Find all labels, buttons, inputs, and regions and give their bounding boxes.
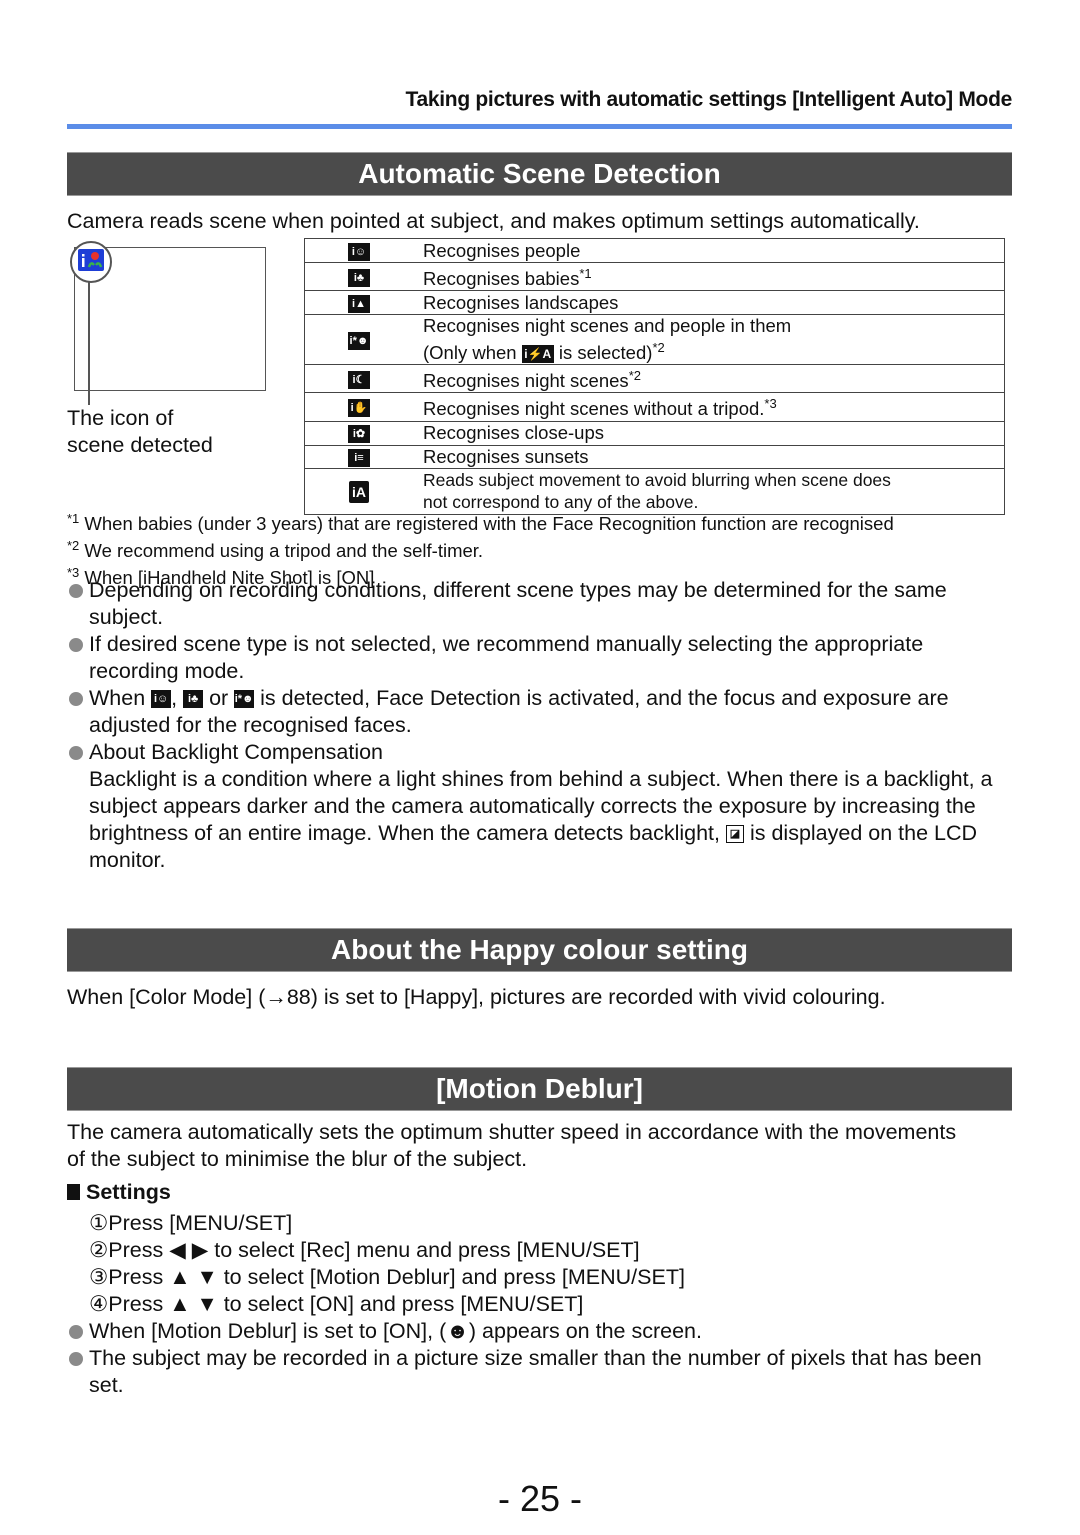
scene-table: i☺ Recognises people i♣ Recognises babie… <box>304 238 1005 515</box>
step-4: ④Press ▲ ▼ to select [ON] and press [MEN… <box>89 1292 584 1316</box>
footnote-ref: *3 <box>764 396 777 412</box>
footnote-text: When babies (under 3 years) that are reg… <box>79 513 894 535</box>
step-1: ①Press [MENU/SET] <box>89 1211 293 1235</box>
scene-handheld-night-icon: i✋ <box>348 399 370 418</box>
motion-deblur-steps: ①Press [MENU/SET] ②Press ◀ ▶ to select [… <box>67 1210 1017 1399</box>
footnote-mark: *1 <box>67 511 80 526</box>
intelligent-auto-flash-icon: i⚡A <box>521 345 554 364</box>
scene-closeup-lcd-icon <box>78 249 104 271</box>
footnote-1: *1 When babies (under 3 years) that are … <box>67 508 1017 535</box>
scene-night-portrait-icon: i*☻ <box>234 690 255 709</box>
footnote-mark: *2 <box>67 538 80 554</box>
table-row: i≡ Recognises sunsets <box>304 444 1005 469</box>
header-rule <box>67 124 1012 129</box>
scene-people-icon: i☺ <box>151 690 172 709</box>
bullet-face-detection: When i☺, i♣ or i*☻ is detected, Face Det… <box>67 685 1017 739</box>
scene-row-note-prefix: (Only when <box>423 342 522 364</box>
lcd-caption: The icon of scene detected <box>67 405 213 459</box>
square-bullet-icon <box>67 1184 80 1200</box>
bullet-backlight-title: About Backlight Compensation <box>67 739 1017 766</box>
scene-row-text: Reads subject movement to avoid blurring… <box>423 470 891 491</box>
footnote-ref: *2 <box>628 368 641 384</box>
page-number: - 25 - <box>497 1478 583 1519</box>
scene-row-text: Recognises night scenes <box>423 370 629 392</box>
table-row: i✋ Recognises night scenes without a tri… <box>304 392 1005 422</box>
table-row: i♣ Recognises babies*1 <box>304 261 1005 292</box>
bullet-text: or <box>203 686 235 710</box>
bullet-motion-deblur-icon: When [Motion Deblur] is set to [ON], (☻)… <box>67 1318 1017 1345</box>
lcd-caption-line-2: scene detected <box>67 433 213 457</box>
bullet-text: When [Motion Deblur] is set to [ON], <box>89 1319 440 1343</box>
scene-row-note-suffix: is selected) <box>553 342 653 364</box>
step-2: ②Press ◀ ▶ to select [Rec] menu and pres… <box>89 1238 640 1262</box>
bullet-text: , <box>171 686 184 710</box>
table-row: i*☻ Recognises night scenes and people i… <box>304 314 1005 366</box>
scene-baby-icon: i♣ <box>183 690 204 709</box>
table-row: i✿ Recognises close-ups <box>304 420 1005 446</box>
scene-row-text: Recognises people <box>423 239 581 261</box>
scene-row-text: Recognises close-ups <box>423 422 604 444</box>
bullet-picture-size: The subject may be recorded in a picture… <box>67 1345 1017 1399</box>
bullet-text: When <box>89 686 152 710</box>
running-header: Taking pictures with automatic settings … <box>405 88 1013 111</box>
footnote-ref: *2 <box>652 340 665 356</box>
scene-row-text: Recognises babies <box>423 268 580 290</box>
section-title-motion-deblur: [Motion Deblur] <box>67 1067 1012 1111</box>
scene-night-portrait-icon: i*☻ <box>348 331 370 350</box>
scene-sunset-icon: i≡ <box>348 448 370 467</box>
footnote-ref: *1 <box>579 266 592 281</box>
bullet-manual-select: If desired scene type is not selected, w… <box>67 631 1017 685</box>
intelligent-auto-icon: iA <box>349 480 369 503</box>
backlight-description: Backlight is a condition where a light s… <box>67 766 1017 874</box>
scene-row-text: Recognises sunsets <box>423 445 589 467</box>
motion-deblur-icon: (☻) <box>439 1319 477 1343</box>
scene-row-text: Recognises landscapes <box>423 291 619 313</box>
scene-baby-icon: i♣ <box>348 268 370 287</box>
section-title-happy-colour: About the Happy colour setting <box>67 928 1012 972</box>
scene-row-text-line-2: (Only when i⚡A is selected)*2 <box>423 337 1004 364</box>
callout-line <box>88 281 90 405</box>
bullet-scene-types: Depending on recording conditions, diffe… <box>67 577 1017 631</box>
happy-colour-text: When [Color Mode] (→88) is set to [Happy… <box>67 985 886 1009</box>
scene-detection-notes: Depending on recording conditions, diffe… <box>67 577 1017 874</box>
settings-heading-text: Settings <box>86 1180 171 1204</box>
lcd-caption-line-1: The icon of <box>67 406 174 430</box>
scene-landscape-icon: i▲ <box>348 294 370 313</box>
footnote-text: We recommend using a tripod and the self… <box>79 540 484 562</box>
table-row: i☾ Recognises night scenes*2 <box>304 364 1005 394</box>
scene-row-text: Recognises night scenes without a tripod… <box>423 398 765 420</box>
scene-people-icon: i☺ <box>348 242 370 261</box>
scene-night-icon: i☾ <box>348 371 370 389</box>
table-row: i▲ Recognises landscapes <box>304 290 1005 316</box>
backlight-icon: ◪ <box>725 825 744 844</box>
footnote-2: *2 We recommend using a tripod and the s… <box>67 535 1017 562</box>
section-title-scene-detection: Automatic Scene Detection <box>67 152 1012 196</box>
settings-heading: Settings <box>67 1180 171 1205</box>
scene-closeup-icon: i✿ <box>348 425 370 444</box>
scene-row-text: Recognises night scenes and people in th… <box>423 315 792 337</box>
motion-deblur-intro: The camera automatically sets the optimu… <box>67 1120 957 1171</box>
bullet-text: appears on the screen. <box>476 1319 702 1343</box>
scene-detection-intro: Camera reads scene when pointed at subje… <box>67 209 920 233</box>
table-row: i☺ Recognises people <box>304 238 1005 263</box>
step-3: ③Press ▲ ▼ to select [Motion Deblur] and… <box>89 1265 685 1289</box>
